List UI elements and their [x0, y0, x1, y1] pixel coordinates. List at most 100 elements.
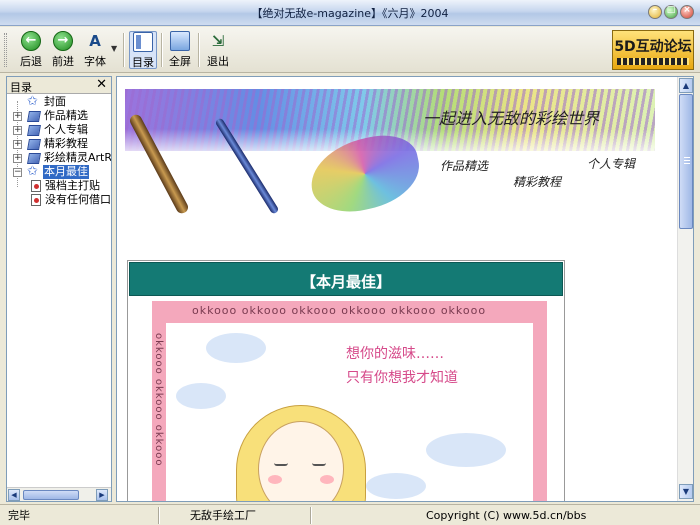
status-text: 完毕	[8, 509, 30, 522]
status-bar: 完毕 无敌手绘工厂 Copyright (C) www.5d.cn/bbs	[0, 504, 700, 525]
frame-side-text: okkooo okkooo okkooo	[153, 333, 164, 467]
magazine-banner: 一起进入无敌的彩绘世界 作品精选 个人专辑 精彩教程	[125, 89, 655, 239]
maximize-button[interactable]: □	[664, 5, 678, 19]
cloud-shape	[206, 333, 266, 363]
girl-cheek-drawing	[320, 475, 334, 484]
frame-border-text: okkooo okkooo okkooo okkooo okkooo okkoo…	[192, 304, 487, 317]
cloud-shape	[426, 433, 506, 467]
toolbar-separator	[161, 33, 163, 67]
close-icon: ×	[683, 5, 691, 15]
tree-item-cover[interactable]: ✩ 封面	[7, 95, 111, 109]
forum-logo[interactable]: 5D互动论坛	[612, 30, 694, 70]
toc-header: 目录 ✕	[7, 77, 111, 94]
toolbar-grip[interactable]	[4, 33, 7, 67]
status-divider	[310, 507, 312, 524]
document-icon	[31, 194, 41, 206]
girl-eye-drawing	[312, 463, 326, 466]
book-icon	[27, 139, 41, 150]
forward-arrow-icon: →	[53, 31, 73, 51]
toc-tree: ✩ 封面 + 作品精选 + 个人专辑 + 精彩教程 + 彩绘精灵ArtRa − …	[7, 95, 111, 487]
toolbar: ← 后退 → 前进 A 字体 ▼ 目录 全屏 ⇲ 退出 5D互动论坛	[0, 27, 700, 73]
exit-button[interactable]: ⇲ 退出	[204, 31, 232, 69]
toc-title: 目录	[10, 81, 32, 94]
scroll-left-icon[interactable]: ◀	[8, 489, 20, 501]
forward-button[interactable]: → 前进	[48, 31, 78, 69]
banner-link-works[interactable]: 作品精选	[440, 157, 488, 174]
font-button[interactable]: A 字体	[80, 31, 110, 69]
content-vertical-scrollbar[interactable]: ▲ ▼	[677, 77, 693, 501]
tree-item-no-excuse[interactable]: 没有任何借口	[7, 193, 111, 207]
banner-link-tutorials[interactable]: 精彩教程	[513, 173, 561, 190]
book-icon	[27, 153, 41, 164]
expand-icon[interactable]: +	[13, 140, 22, 149]
toc-button[interactable]: 目录	[129, 31, 157, 69]
poem-line-1: 想你的滋味……	[346, 346, 444, 362]
maximize-icon: □	[666, 5, 676, 15]
fullscreen-button[interactable]: 全屏	[166, 31, 194, 69]
scroll-thumb[interactable]	[679, 94, 693, 229]
book-icon	[27, 125, 41, 136]
toc-close-icon[interactable]: ✕	[96, 77, 107, 92]
tree-item-featured-post[interactable]: 强档主打贴	[7, 179, 111, 193]
minimize-icon: –	[652, 5, 658, 15]
font-label: 字体	[84, 55, 106, 68]
minimize-button[interactable]: –	[648, 5, 662, 19]
status-divider	[158, 507, 160, 524]
font-icon: A	[89, 32, 101, 50]
girl-eye-drawing	[274, 463, 288, 466]
toc-label: 目录	[132, 56, 154, 69]
tree-item-label: 个人专辑	[44, 123, 88, 136]
banner-link-albums[interactable]: 个人专辑	[587, 155, 635, 172]
fullscreen-icon	[170, 31, 190, 51]
toc-panel-icon	[133, 32, 153, 52]
tree-item-works[interactable]: + 作品精选	[7, 109, 111, 123]
tree-item-label: 作品精选	[44, 109, 88, 122]
back-button[interactable]: ← 后退	[16, 31, 46, 69]
section-header: 【本月最佳】	[129, 262, 563, 296]
toolbar-separator	[123, 33, 125, 67]
tree-item-label: 强档主打贴	[45, 179, 100, 192]
expand-icon[interactable]: +	[13, 154, 22, 163]
expand-icon[interactable]: +	[13, 112, 22, 121]
forum-logo-pattern	[617, 58, 689, 65]
tree-item-label-selected: 本月最佳	[43, 165, 89, 179]
tree-item-label: 彩绘精灵ArtRa	[44, 151, 111, 164]
toc-pane: 目录 ✕ ✩ 封面 + 作品精选 + 个人专辑 + 精彩教程 + 彩绘精灵Art…	[6, 76, 112, 502]
status-copyright: Copyright (C) www.5d.cn/bbs	[426, 509, 587, 522]
status-app-name: 无敌手绘工厂	[190, 509, 256, 522]
banner-slogan: 一起进入无敌的彩绘世界	[423, 109, 600, 128]
tree-item-artrage[interactable]: + 彩绘精灵ArtRa	[7, 151, 111, 165]
document-icon	[31, 180, 41, 192]
exit-door-icon: ⇲	[211, 32, 225, 50]
thumb-grip	[684, 157, 690, 158]
tree-item-tutorials[interactable]: + 精彩教程	[7, 137, 111, 151]
artwork-frame: okkooo okkooo okkooo okkooo okkooo okkoo…	[152, 301, 547, 501]
poem-line-2: 只有你想我才知道	[346, 370, 458, 386]
close-window-button[interactable]: ×	[680, 5, 694, 19]
tree-item-label: 没有任何借口	[45, 193, 111, 206]
exit-label: 退出	[207, 55, 229, 68]
scroll-down-icon[interactable]: ▼	[679, 484, 693, 499]
fullscreen-label: 全屏	[169, 55, 191, 68]
forward-label: 前进	[52, 55, 74, 68]
back-label: 后退	[20, 55, 42, 68]
collapse-icon[interactable]: −	[13, 168, 22, 177]
window-title: 【绝对无敌e-magazine】《六月》2004	[251, 7, 449, 20]
tree-item-label: 封面	[44, 95, 66, 108]
scroll-thumb[interactable]	[23, 490, 79, 500]
toolbar-separator	[198, 33, 200, 67]
tree-item-albums[interactable]: + 个人专辑	[7, 123, 111, 137]
tree-item-best-of-month[interactable]: − ✩ 本月最佳	[7, 165, 111, 179]
thumb-grip	[684, 163, 690, 164]
scroll-up-icon[interactable]: ▲	[679, 78, 693, 93]
scroll-right-icon[interactable]: ▶	[96, 489, 108, 501]
content-pane: 一起进入无敌的彩绘世界 作品精选 个人专辑 精彩教程 【本月最佳】 okkooo…	[116, 76, 694, 502]
tree-item-label: 精彩教程	[44, 137, 88, 150]
expand-icon[interactable]: +	[13, 126, 22, 135]
star-icon: ✩	[27, 95, 38, 109]
cloud-shape	[176, 383, 226, 409]
best-of-month-section: 【本月最佳】 okkooo okkooo okkooo okkooo okkoo…	[127, 260, 565, 501]
font-dropdown-arrow-icon[interactable]: ▼	[111, 44, 117, 53]
artwork-image: 想你的滋味…… 只有你想我才知道	[166, 323, 533, 501]
toc-horizontal-scrollbar[interactable]: ◀ ▶	[7, 487, 111, 501]
